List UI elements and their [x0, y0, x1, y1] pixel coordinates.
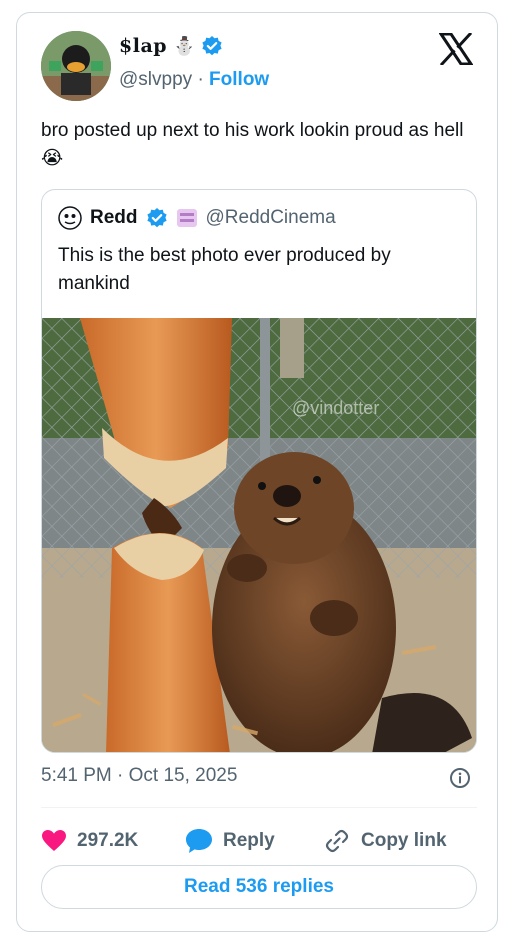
author-handle-row: @slvppy · Follow	[119, 69, 269, 91]
author-avatar[interactable]	[41, 31, 111, 101]
like-button[interactable]: 297.2K	[41, 829, 185, 853]
quoted-avatar	[58, 206, 82, 230]
divider	[41, 807, 477, 808]
reply-button[interactable]: Reply	[185, 828, 323, 854]
separator-dot: ·	[197, 69, 204, 90]
follow-button[interactable]: Follow	[209, 69, 269, 90]
quoted-author-row: Redd @ReddCinema	[58, 206, 336, 230]
post-actions: 297.2K Reply Copy link	[41, 819, 477, 863]
copy-link-label: Copy link	[361, 830, 447, 851]
affiliate-badge-icon	[176, 209, 197, 227]
author-name-row: $lap ⛄	[119, 35, 223, 57]
quoted-post-text: This is the best photo ever produced by …	[58, 245, 391, 294]
heart-icon	[42, 830, 66, 851]
x-logo-icon[interactable]	[439, 33, 473, 65]
quoted-post[interactable]: Redd @ReddCinema This is the best photo …	[41, 189, 477, 753]
verified-badge-icon	[202, 36, 223, 56]
verified-badge-icon	[146, 208, 167, 228]
reply-label: Reply	[223, 830, 275, 851]
info-icon[interactable]	[449, 767, 471, 789]
embedded-post-card: $lap ⛄ @slvppy · Follow bro posted up ne…	[16, 12, 498, 932]
author-handle[interactable]: @slvppy	[119, 69, 192, 90]
author-display-name[interactable]: $lap	[119, 35, 167, 57]
quoted-handle: @ReddCinema	[205, 207, 336, 228]
link-icon	[325, 829, 349, 853]
photo-watermark: @vindotter	[292, 398, 379, 418]
post-timestamp[interactable]: 5:41 PM · Oct 15, 2025	[41, 765, 237, 787]
reply-bubble-icon	[186, 829, 212, 853]
post-text: bro posted up next to his work lookin pr…	[41, 120, 464, 169]
quoted-post-photo[interactable]: @vindotter	[42, 318, 477, 753]
snowman-emoji: ⛄	[173, 35, 196, 56]
read-replies-button[interactable]: Read 536 replies	[41, 865, 477, 909]
copy-link-button[interactable]: Copy link	[323, 827, 447, 855]
quoted-display-name: Redd	[90, 207, 138, 228]
like-count: 297.2K	[77, 830, 139, 851]
